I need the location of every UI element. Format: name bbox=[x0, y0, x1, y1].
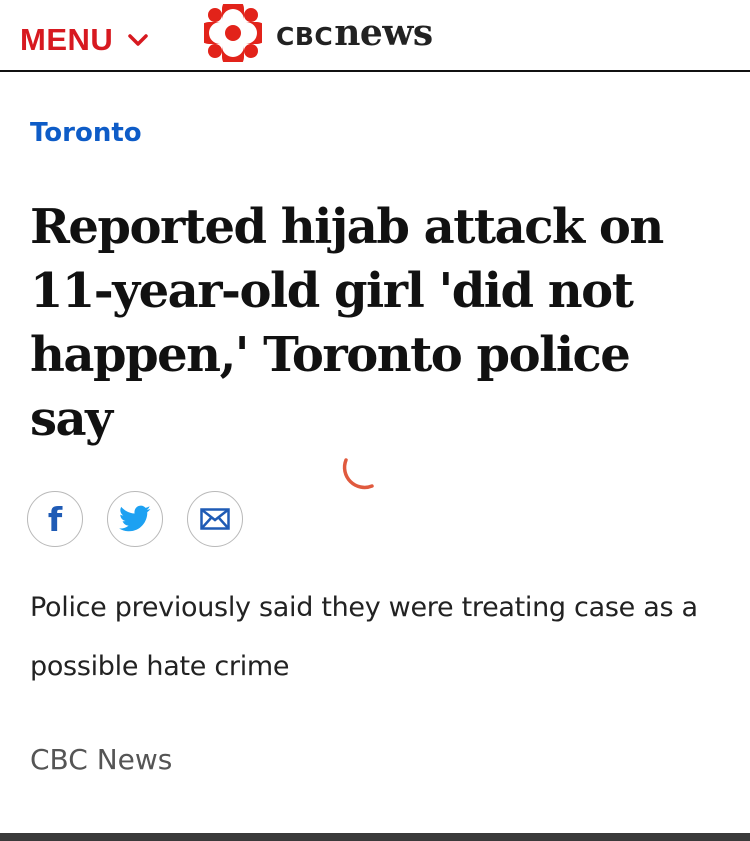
cbc-news-wordmark: CBC news bbox=[276, 12, 433, 54]
article-byline: CBC News bbox=[30, 743, 173, 776]
share-buttons: f bbox=[27, 491, 267, 549]
share-email-button[interactable] bbox=[187, 491, 243, 547]
twitter-icon bbox=[119, 505, 151, 532]
share-facebook-button[interactable]: f bbox=[27, 491, 83, 547]
wordmark-cbc: CBC bbox=[276, 22, 334, 51]
cbc-gem-icon bbox=[204, 4, 262, 62]
cbc-news-logo[interactable]: CBC news bbox=[204, 4, 433, 62]
share-twitter-button[interactable] bbox=[107, 491, 163, 547]
facebook-icon: f bbox=[48, 502, 63, 536]
bottom-dark-bar bbox=[0, 833, 750, 841]
email-icon bbox=[200, 508, 230, 530]
chevron-down-icon bbox=[128, 34, 149, 46]
facebook-letter: f bbox=[48, 502, 63, 536]
menu-button[interactable]: MENU bbox=[20, 20, 149, 60]
article-headline: Reported hijab attack on 11-year-old gir… bbox=[30, 199, 664, 447]
article-deck: Police previously said they were treatin… bbox=[30, 592, 698, 682]
menu-label: MENU bbox=[20, 22, 114, 57]
loading-spinner-icon bbox=[342, 458, 374, 490]
top-navigation-bar: MENU CBC news bbox=[0, 0, 750, 72]
wordmark-news: news bbox=[334, 12, 433, 54]
section-link-toronto[interactable]: Toronto bbox=[30, 114, 142, 152]
